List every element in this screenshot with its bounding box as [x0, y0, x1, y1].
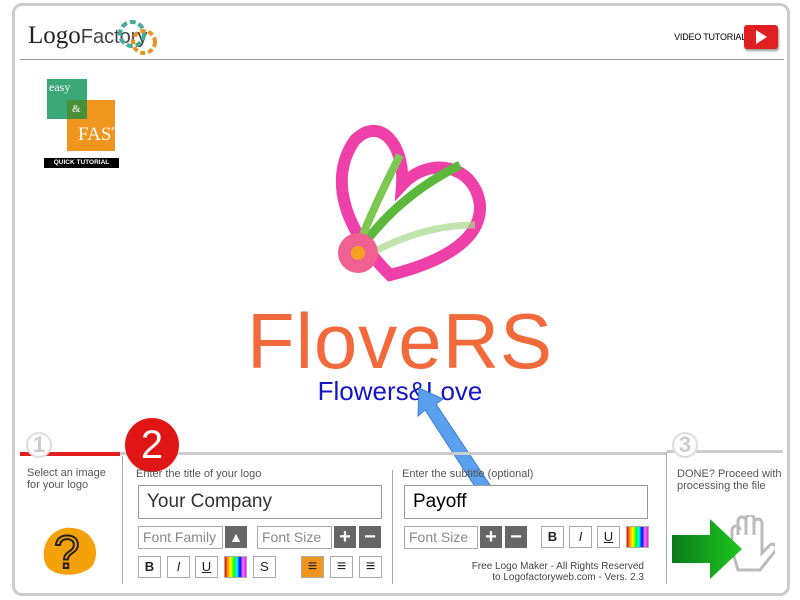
italic-button[interactable]: I — [167, 556, 190, 578]
subtitle-input[interactable]: Payoff — [404, 485, 648, 519]
minus-icon[interactable]: − — [359, 526, 381, 548]
flower-heart-image — [335, 124, 486, 282]
color-picker-button[interactable] — [224, 556, 247, 578]
header-divider — [20, 59, 784, 60]
plus-icon[interactable]: + — [334, 526, 356, 548]
copyright-line: to Logofactoryweb.com - Vers. 2.3 — [492, 572, 644, 583]
align-right-icon[interactable]: ≡ — [359, 556, 382, 578]
title-input[interactable]: Your Company — [138, 485, 382, 519]
step1-label: Select an image for your logo — [27, 467, 106, 491]
subtitle-bold-button[interactable]: B — [541, 526, 564, 548]
tutorial-easy-text: easy — [49, 80, 71, 94]
logo-title-preview: FloveRS — [246, 297, 554, 385]
tutorial-fast-text: FAST — [78, 124, 124, 145]
step3-label: DONE? Proceed with processing the file — [677, 468, 782, 492]
logo-subtitle-preview: Flowers&Love — [317, 376, 483, 406]
font-size-field[interactable]: Font Size — [257, 526, 332, 549]
play-icon[interactable] — [744, 25, 778, 49]
align-left-icon[interactable]: ≡ — [301, 556, 324, 578]
subtitle-font-size-field[interactable]: Font Size — [404, 526, 478, 549]
question-mark-icon[interactable]: ? — [38, 520, 103, 580]
brand-logo-a: Logo — [28, 22, 81, 49]
step2-progress — [120, 452, 667, 455]
shadow-button[interactable]: S — [253, 556, 276, 578]
divider — [122, 456, 123, 584]
video-tutorial-label[interactable]: VIDEO TUTORIAL — [674, 32, 746, 42]
subtitle-label: Enter the subtitle (optional) — [402, 468, 534, 480]
step2-badge: 2 — [125, 418, 179, 472]
plus-icon[interactable]: + — [480, 526, 502, 548]
subtitle-italic-button[interactable]: I — [569, 526, 592, 548]
copyright-text: Free Logo Maker - All Rights Reserved to … — [430, 561, 644, 583]
title-label: Enter the title of your logo — [136, 468, 262, 480]
quick-tutorial-button[interactable]: QUICK TUTORIAL — [44, 158, 119, 168]
underline-button[interactable]: U — [195, 556, 218, 578]
brand-logo-swirl-icon — [118, 20, 157, 55]
divider — [392, 470, 393, 584]
step3-badge: 3 — [672, 432, 698, 458]
align-center-icon[interactable]: ≡ — [330, 556, 353, 578]
subtitle-color-picker-button[interactable] — [626, 526, 649, 548]
chevron-up-icon[interactable]: ▲ — [225, 526, 247, 548]
svg-text:?: ? — [54, 526, 80, 578]
bold-button[interactable]: B — [138, 556, 161, 578]
divider — [666, 452, 667, 584]
tutorial-amp-text: & — [72, 103, 81, 115]
font-family-select[interactable]: Font Family — [138, 526, 223, 549]
copyright-line: Free Logo Maker - All Rights Reserved — [471, 561, 644, 572]
subtitle-underline-button[interactable]: U — [597, 526, 620, 548]
minus-icon[interactable]: − — [505, 526, 527, 548]
proceed-button[interactable] — [670, 515, 775, 583]
step1-badge: 1 — [26, 432, 52, 458]
